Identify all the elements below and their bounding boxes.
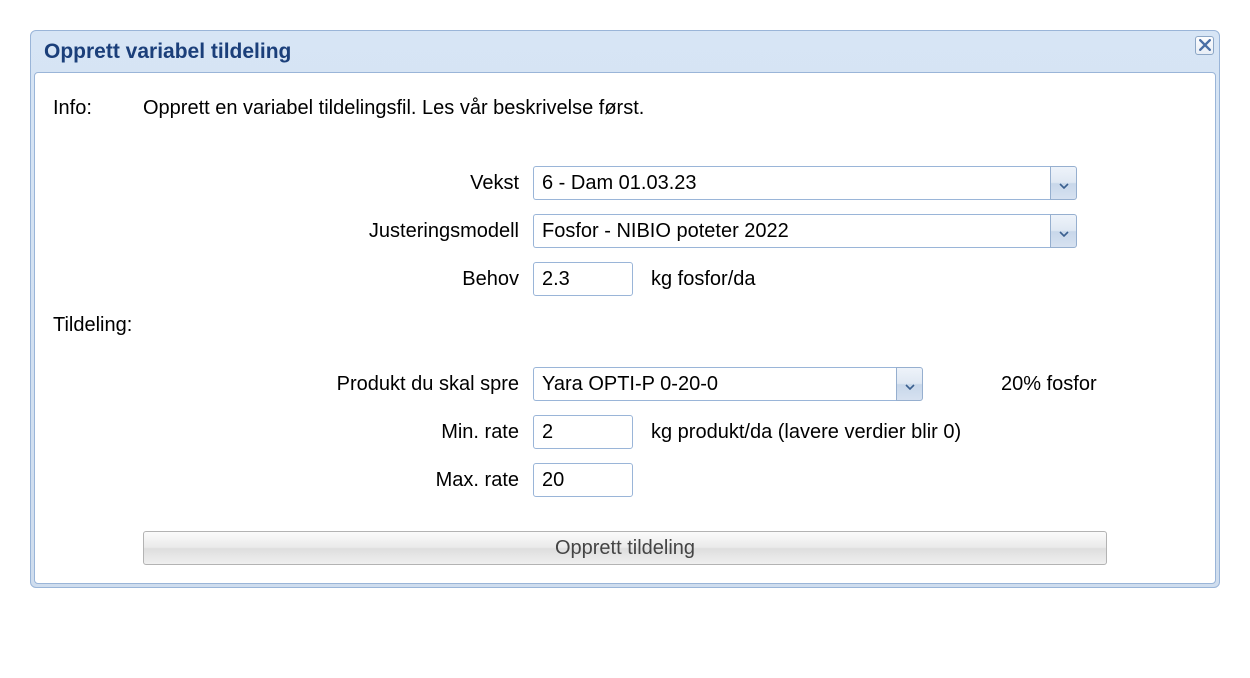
dialog-title: Opprett variabel tildeling: [34, 34, 1216, 72]
dialog-window: Opprett variabel tildeling Info: Opprett…: [30, 30, 1220, 588]
chevron-down-icon: [1059, 220, 1069, 243]
behov-unit: kg fosfor/da: [651, 268, 756, 291]
info-label: Info:: [53, 97, 143, 120]
justeringsmodell-select[interactable]: [533, 214, 1050, 248]
min-rate-unit: kg produkt/da (lavere verdier blir 0): [651, 421, 961, 444]
submit-button[interactable]: Opprett tildeling: [143, 531, 1107, 565]
vekst-select[interactable]: [533, 166, 1050, 200]
produkt-aux: 20% fosfor: [1001, 373, 1097, 396]
max-rate-input[interactable]: [533, 463, 633, 497]
produkt-select[interactable]: [533, 367, 896, 401]
produkt-dropdown-trigger[interactable]: [896, 367, 923, 401]
chevron-down-icon: [1059, 172, 1069, 195]
info-text: Opprett en variabel tildelingsfil. Les v…: [143, 97, 644, 120]
behov-label: Behov: [53, 268, 533, 291]
vekst-dropdown-trigger[interactable]: [1050, 166, 1077, 200]
close-icon: [1199, 34, 1211, 57]
tildeling-section-label: Tildeling:: [53, 314, 143, 337]
chevron-down-icon: [905, 373, 915, 396]
min-rate-label: Min. rate: [53, 421, 533, 444]
close-button[interactable]: [1195, 36, 1214, 55]
behov-input[interactable]: [533, 262, 633, 296]
max-rate-label: Max. rate: [53, 469, 533, 492]
min-rate-input[interactable]: [533, 415, 633, 449]
justeringsmodell-label: Justeringsmodell: [53, 220, 533, 243]
produkt-label: Produkt du skal spre: [53, 373, 533, 396]
vekst-label: Vekst: [53, 172, 533, 195]
justeringsmodell-dropdown-trigger[interactable]: [1050, 214, 1077, 248]
dialog-body: Info: Opprett en variabel tildelingsfil.…: [34, 72, 1216, 584]
